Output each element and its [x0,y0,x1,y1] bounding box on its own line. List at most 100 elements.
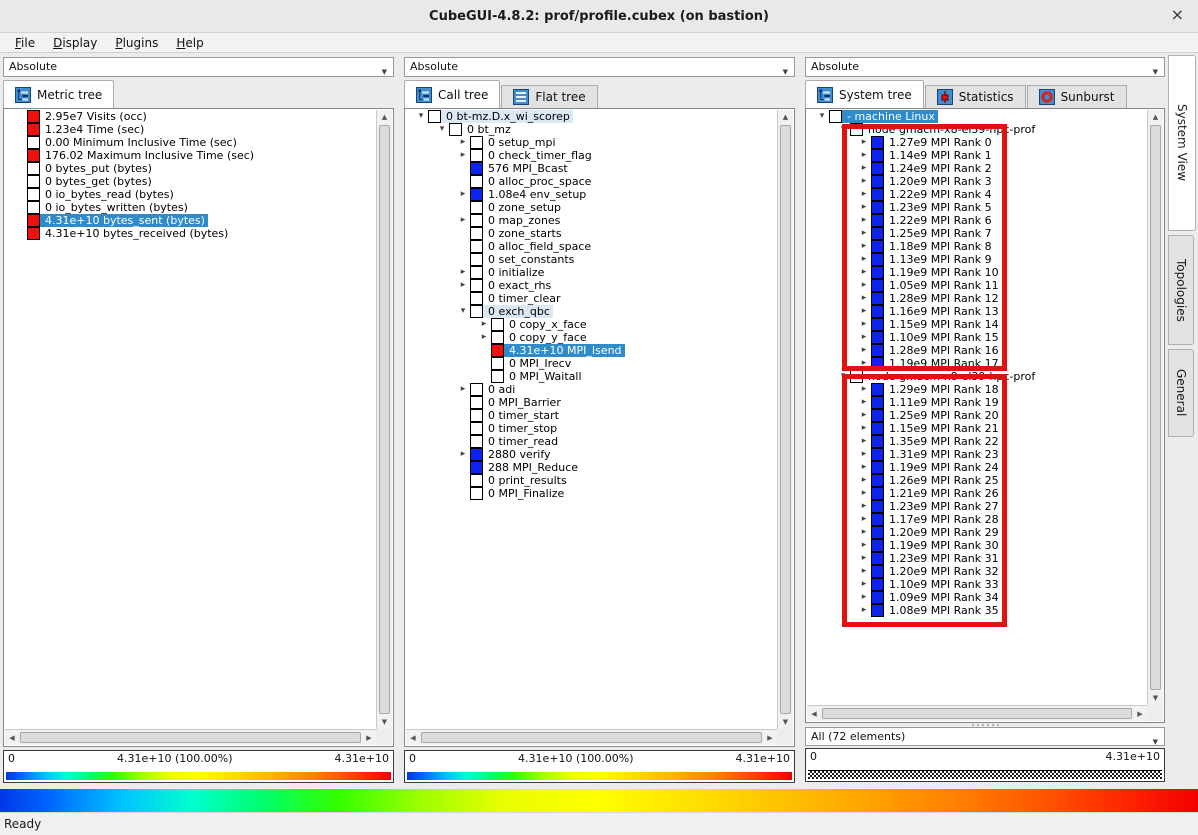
expander-open-icon[interactable]: ▾ [414,110,428,123]
tree-row[interactable]: ▾- machine Linux [807,110,1147,123]
expander-closed-icon[interactable]: ▸ [456,188,470,201]
tree-row[interactable]: 2.95e7 Visits (occ) [5,110,376,123]
tree-row[interactable]: 0 MPI_Finalize [406,487,777,500]
vertical-scrollbar[interactable]: ▲ ▼ [376,110,392,729]
tree-row[interactable]: ▸0 setup_mpi [406,136,777,149]
tree-row[interactable]: 0 bytes_put (bytes) [5,162,376,175]
tree-row[interactable]: 0 timer_clear [406,292,777,305]
tree-item-label: 0 adi [488,383,515,396]
scroll-up-icon[interactable]: ▲ [778,110,793,124]
tree-row[interactable]: 0 alloc_proc_space [406,175,777,188]
scroll-right-icon[interactable]: ▶ [362,730,376,745]
tree-row[interactable]: 0 timer_stop [406,422,777,435]
tree-row[interactable]: ▾0 bt-mz.D.x_wi_scorep [406,110,777,123]
scroll-left-icon[interactable]: ◀ [406,730,420,745]
tree-row[interactable]: 0 MPI_Waitall [406,370,777,383]
tree-row[interactable]: 0 zone_setup [406,201,777,214]
tab-system-tree[interactable]: System tree [805,80,924,108]
scroll-down-icon[interactable]: ▼ [778,715,793,729]
tree-row[interactable]: 0.00 Minimum Inclusive Time (sec) [5,136,376,149]
tab-call-tree[interactable]: Call tree [404,80,500,108]
scrollbar-thumb[interactable] [1150,125,1161,690]
vertical-scrollbar[interactable]: ▲ ▼ [777,110,793,729]
expander-closed-icon[interactable]: ▸ [477,331,491,344]
expander-closed-icon[interactable]: ▸ [456,279,470,292]
tree-row[interactable]: 0 timer_read [406,435,777,448]
scrollbar-thumb[interactable] [822,708,1132,719]
scroll-left-icon[interactable]: ◀ [5,730,19,745]
expander-closed-icon[interactable]: ▸ [477,318,491,331]
tree-row[interactable]: 0 timer_start [406,409,777,422]
horizontal-scrollbar[interactable]: ◀ ▶ [5,729,376,745]
tree-row[interactable]: ▸0 map_zones [406,214,777,227]
scroll-up-icon[interactable]: ▲ [1148,110,1163,124]
tree-row[interactable]: ▸2880 verify [406,448,777,461]
scrollbar-thumb[interactable] [780,125,791,714]
tab-sunburst[interactable]: Sunburst [1027,85,1127,108]
horizontal-scrollbar[interactable]: ◀ ▶ [406,729,777,745]
tree-row[interactable]: 176.02 Maximum Inclusive Time (sec) [5,149,376,162]
expander-closed-icon[interactable]: ▸ [456,383,470,396]
expander-closed-icon[interactable]: ▸ [456,136,470,149]
call-selector-combobox[interactable]: Absolute ▼ [404,57,795,77]
tree-row[interactable]: 0 zone_starts [406,227,777,240]
menu-item-file[interactable]: File [6,34,44,52]
tree-row[interactable]: ▸0 copy_y_face [406,331,777,344]
expander-open-icon[interactable]: ▾ [435,123,449,136]
tree-row[interactable]: 0 MPI_Barrier [406,396,777,409]
tree-row[interactable]: 0 bytes_get (bytes) [5,175,376,188]
tree-row[interactable]: 0 print_results [406,474,777,487]
tree-row[interactable]: ▾0 exch_qbc [406,305,777,318]
severity-box [470,201,483,214]
tree-row[interactable]: ▸0 check_timer_flag [406,149,777,162]
scroll-right-icon[interactable]: ▶ [763,730,777,745]
expander-open-icon[interactable]: ▾ [815,110,829,123]
tree-row[interactable]: 288 MPI_Reduce [406,461,777,474]
tree-row[interactable]: 4.31e+10 MPI_Isend [406,344,777,357]
scroll-left-icon[interactable]: ◀ [807,706,821,721]
horizontal-scrollbar[interactable]: ◀ ▶ [807,705,1147,721]
tree-row[interactable]: ▸0 initialize [406,266,777,279]
expander-open-icon[interactable]: ▾ [456,305,470,318]
tab-statistics[interactable]: Statistics [925,85,1026,108]
close-icon[interactable]: × [1171,6,1184,24]
severity-box [27,136,40,149]
scrollbar-thumb[interactable] [379,125,390,714]
tree-row[interactable]: ▸0 exact_rhs [406,279,777,292]
scroll-up-icon[interactable]: ▲ [377,110,392,124]
menu-item-plugins[interactable]: Plugins [106,34,167,52]
tree-row[interactable]: ▸ 0 adi [406,383,777,396]
tab-metric-tree[interactable]: Metric tree [3,80,114,108]
side-tab-system-view[interactable]: System View [1168,55,1196,231]
tree-row[interactable]: 4.31e+10 bytes_received (bytes) [5,227,376,240]
menu-item-display[interactable]: Display [44,34,106,52]
tree-row[interactable]: ▾0 bt_mz [406,123,777,136]
tree-row[interactable]: ▸1.08e4 env_setup [406,188,777,201]
vertical-scrollbar[interactable]: ▲ ▼ [1147,110,1163,705]
expander-closed-icon[interactable]: ▸ [456,149,470,162]
tab-flat-tree[interactable]: Flat tree [501,85,597,108]
scroll-down-icon[interactable]: ▼ [377,715,392,729]
tree-row[interactable]: 1.23e4 Time (sec) [5,123,376,136]
scrollbar-thumb[interactable] [20,732,361,743]
side-tab-topologies[interactable]: Topologies [1168,235,1194,345]
expander-closed-icon[interactable]: ▸ [456,266,470,279]
tree-row[interactable]: 576 MPI_Bcast [406,162,777,175]
scroll-right-icon[interactable]: ▶ [1133,706,1147,721]
tree-row[interactable]: 0 MPI_Irecv [406,357,777,370]
side-tab-general[interactable]: General [1168,349,1194,437]
metric-selector-combobox[interactable]: Absolute ▼ [3,57,394,77]
scroll-down-icon[interactable]: ▼ [1148,691,1163,705]
tree-row[interactable]: 0 io_bytes_read (bytes) [5,188,376,201]
expander-closed-icon[interactable]: ▸ [456,214,470,227]
tree-row[interactable]: 0 alloc_field_space [406,240,777,253]
system-selector-combobox[interactable]: Absolute ▼ [805,57,1165,77]
expander-closed-icon[interactable]: ▸ [456,448,470,461]
tree-row[interactable]: ▸0 copy_x_face [406,318,777,331]
tree-row[interactable]: 4.31e+10 bytes_sent (bytes) [5,214,376,227]
tree-row[interactable]: 0 io_bytes_written (bytes) [5,201,376,214]
scrollbar-thumb[interactable] [421,732,762,743]
menu-item-help[interactable]: Help [167,34,212,52]
system-filter-combobox[interactable]: All (72 elements) ▼ [805,727,1165,746]
tree-row[interactable]: 0 set_constants [406,253,777,266]
